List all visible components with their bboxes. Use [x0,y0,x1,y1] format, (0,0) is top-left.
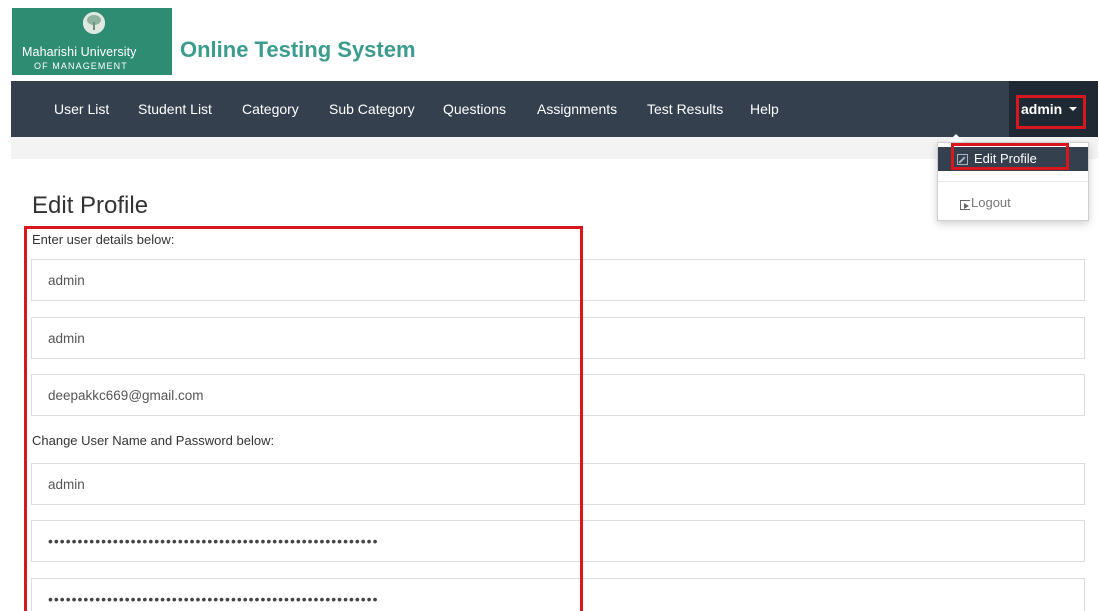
logout-icon[interactable] [960,200,970,210]
nav-category[interactable]: Category [242,81,299,137]
nav-assignments[interactable]: Assignments [537,81,617,137]
site-title: Online Testing System [180,37,416,62]
nav-sub-category[interactable]: Sub Category [329,81,415,137]
highlight-profile-form [24,226,583,611]
dropdown-arrow [948,134,964,142]
highlight-user-menu [1016,95,1086,129]
nav-help[interactable]: Help [750,81,779,137]
nav-user-list[interactable]: User List [54,81,109,137]
subheader-band [11,137,1098,159]
logo-university-name: Maharishi University [22,45,137,59]
nav-test-results[interactable]: Test Results [647,81,723,137]
university-logo[interactable]: Maharishi University OF MANAGEMENT [12,8,172,75]
nav-student-list[interactable]: Student List [138,81,212,137]
tree-emblem-icon [83,12,105,34]
highlight-edit-profile [951,143,1069,170]
main-navbar: User List Student List Category Sub Cate… [11,81,1098,137]
page-title: Edit Profile [32,192,149,219]
logo-university-subname: OF MANAGEMENT [34,61,128,71]
menu-item-logout[interactable]: Logout [971,195,1011,210]
dropdown-divider [938,181,1088,182]
nav-questions[interactable]: Questions [443,81,506,137]
